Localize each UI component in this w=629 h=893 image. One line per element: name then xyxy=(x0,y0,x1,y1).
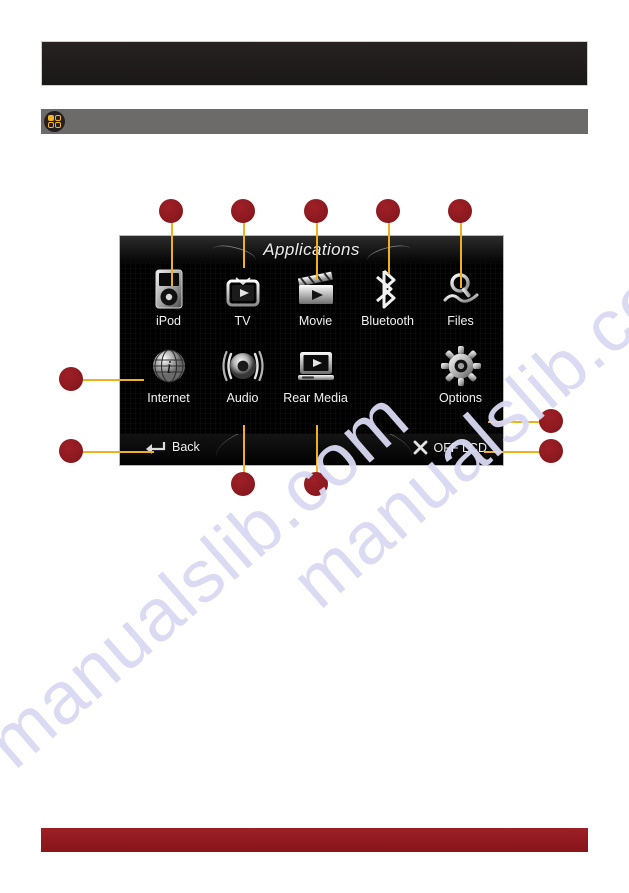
callout-marker-ipod xyxy=(159,199,183,223)
audio-speaker-icon xyxy=(204,343,281,389)
app-label: Options xyxy=(438,391,483,405)
callout-leader-audio xyxy=(243,425,245,475)
callout-leader-movie xyxy=(316,218,318,280)
callout-marker-files xyxy=(448,199,472,223)
off-lcd-button[interactable]: OFF LCD xyxy=(413,440,487,455)
svg-text:i: i xyxy=(166,357,171,377)
callout-marker-movie xyxy=(304,199,328,223)
callout-marker-tv xyxy=(231,199,255,223)
app-label: Audio xyxy=(226,391,259,405)
app-label: Bluetooth xyxy=(361,314,414,328)
app-tile-internet[interactable]: i Internet xyxy=(130,343,207,405)
callout-leader-rear-media xyxy=(316,425,318,475)
section-header-bar xyxy=(41,109,588,134)
app-label: Movie xyxy=(298,314,333,328)
app-label: Rear Media xyxy=(283,391,348,405)
app-tile-options[interactable]: Options xyxy=(422,343,499,405)
gear-options-icon xyxy=(422,343,499,389)
device-bottom-nav: Back OFF LCD xyxy=(120,434,503,465)
off-lcd-button-label: OFF LCD xyxy=(433,440,487,455)
tv-icon xyxy=(204,266,281,312)
callout-marker-audio xyxy=(231,472,255,496)
nav-hump-decoration xyxy=(216,434,412,457)
page-footer-bar xyxy=(41,828,588,852)
app-tile-audio[interactable]: Audio xyxy=(204,343,281,405)
callout-leader-ipod xyxy=(171,218,173,286)
rear-media-icon xyxy=(277,343,354,389)
page-header-bar xyxy=(41,41,588,86)
callout-leader-bluetooth xyxy=(388,218,390,274)
callout-leader-off-lcd xyxy=(484,451,547,453)
application-grid: iPod TV Movie Bluetooth Files i Internet… xyxy=(120,266,503,433)
ipod-icon xyxy=(130,266,207,312)
app-tile-rear-media[interactable]: Rear Media xyxy=(277,343,354,405)
callout-marker-options xyxy=(539,409,563,433)
app-label: TV xyxy=(234,314,251,328)
app-label: Files xyxy=(447,314,474,328)
callout-leader-internet xyxy=(82,379,144,381)
app-label: iPod xyxy=(155,314,182,328)
callout-marker-back xyxy=(59,439,83,463)
callout-leader-back xyxy=(82,451,154,453)
back-button-label: Back xyxy=(172,440,200,454)
apps-grid-icon xyxy=(44,111,65,132)
callout-marker-off-lcd xyxy=(539,439,563,463)
callout-marker-rear-media xyxy=(304,472,328,496)
callout-leader-tv xyxy=(243,218,245,268)
page-title: Applications xyxy=(263,239,360,259)
device-screen: Applications iPod TV Movie Bluetooth Fil… xyxy=(119,235,504,466)
app-tile-ipod[interactable]: iPod xyxy=(130,266,207,328)
close-x-icon xyxy=(413,440,427,455)
app-tile-tv[interactable]: TV xyxy=(204,266,281,328)
callout-marker-internet xyxy=(59,367,83,391)
screen-title-bar: Applications xyxy=(120,236,503,268)
globe-internet-icon: i xyxy=(130,343,207,389)
back-button[interactable]: Back xyxy=(146,440,200,454)
callout-marker-bluetooth xyxy=(376,199,400,223)
app-label: Internet xyxy=(147,391,190,405)
app-tile-bluetooth[interactable]: Bluetooth xyxy=(349,266,426,328)
callout-leader-files xyxy=(460,218,462,288)
